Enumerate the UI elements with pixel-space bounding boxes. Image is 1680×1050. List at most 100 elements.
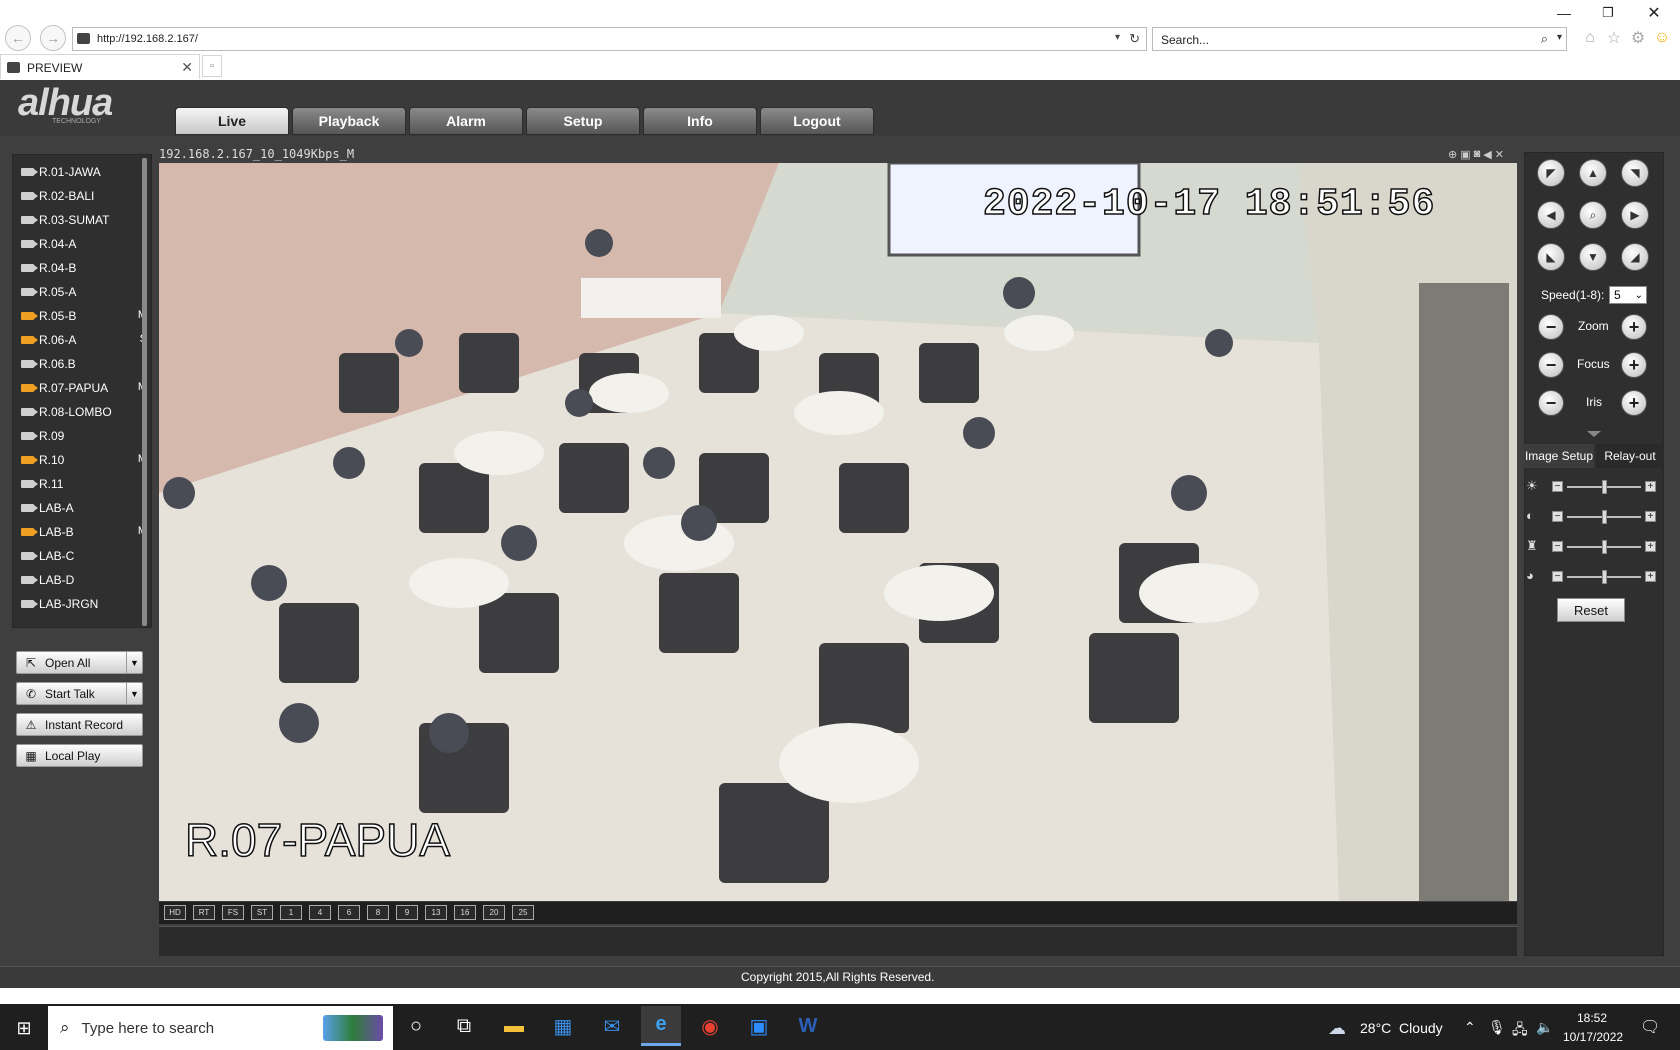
record-icon[interactable]: ◙ [1474, 148, 1481, 162]
layout-button[interactable]: FS [222, 905, 244, 920]
camera-item[interactable]: R.02-BALI [13, 184, 151, 208]
camera-item[interactable]: R.08-LOMBO [13, 400, 151, 424]
layout-button[interactable]: HD [164, 905, 186, 920]
speed-select[interactable]: 5 ⌄ [1609, 286, 1647, 304]
ptz-up-button[interactable]: ▲ [1579, 159, 1607, 187]
camera-item[interactable]: R.05-BM [13, 304, 151, 328]
focus-minus-button[interactable]: − [1538, 352, 1564, 378]
microphone-icon[interactable]: 🎙 [1488, 1019, 1506, 1036]
weather-icon[interactable]: ☁ [1328, 1018, 1346, 1039]
ptz-up-right-button[interactable]: ◥ [1621, 159, 1649, 187]
network-icon[interactable]: 🖧 [1512, 1019, 1528, 1043]
ptz-left-button[interactable]: ◀ [1537, 201, 1565, 229]
taskbar-search-box[interactable]: ⌕ Type here to search [48, 1006, 393, 1050]
camera-item[interactable]: R.11 [13, 472, 151, 496]
slider-plus-button[interactable]: + [1645, 481, 1656, 492]
camera-item[interactable]: R.06.B [13, 352, 151, 376]
layout-button[interactable]: RT [193, 905, 215, 920]
chevron-down-icon[interactable]: ▾ [1557, 32, 1562, 43]
camera-item[interactable]: LAB-C [13, 544, 151, 568]
file-explorer-icon[interactable]: ▬ [494, 1006, 534, 1046]
cortana-icon[interactable]: ○ [396, 1006, 436, 1046]
camera-list-scrollbar[interactable] [142, 158, 147, 626]
tab-relay-out[interactable]: Relay-out [1596, 444, 1664, 468]
gear-icon[interactable]: ⚙ [1628, 28, 1648, 48]
audio-icon[interactable]: ◀ [1483, 148, 1491, 162]
local-play-button[interactable]: ▦ Local Play [16, 744, 143, 767]
camera-item[interactable]: LAB-A [13, 496, 151, 520]
refresh-icon[interactable]: ↻ [1129, 31, 1140, 47]
layout-button[interactable]: 4 [309, 905, 331, 920]
slider-handle[interactable] [1602, 570, 1607, 584]
ptz-up-left-button[interactable]: ◤ [1537, 159, 1565, 187]
volume-icon[interactable]: 🔈 [1536, 1019, 1553, 1036]
layout-button[interactable]: 8 [367, 905, 389, 920]
zoom-in-icon[interactable]: ⊕ [1448, 148, 1457, 162]
smiley-icon[interactable]: ☺ [1652, 28, 1672, 48]
task-view-icon[interactable]: ⧉ [444, 1006, 484, 1046]
tab-info[interactable]: Info [643, 107, 757, 135]
mail-icon[interactable]: ✉ [592, 1006, 632, 1046]
camera-item[interactable]: LAB-BM [13, 520, 151, 544]
ptz-down-button[interactable]: ▼ [1579, 243, 1607, 271]
reset-button[interactable]: Reset [1557, 598, 1625, 622]
camera-item[interactable]: LAB-D [13, 568, 151, 592]
camera-item[interactable]: R.07-PAPUAM [13, 376, 151, 400]
new-tab-button[interactable]: ▫ [202, 55, 222, 77]
chrome-icon[interactable]: ◉ [690, 1006, 730, 1046]
dropdown-icon[interactable]: ▾ [1115, 32, 1120, 43]
layout-button[interactable]: 16 [454, 905, 476, 920]
tray-chevron-icon[interactable]: ⌃ [1464, 1019, 1476, 1036]
zoom-out-button[interactable]: − [1538, 314, 1564, 340]
slider-minus-button[interactable]: − [1552, 571, 1563, 582]
forward-button[interactable]: → [40, 25, 66, 51]
slider-handle[interactable] [1602, 480, 1607, 494]
chevron-down-icon[interactable]: ▼ [126, 652, 142, 673]
layout-button[interactable]: 20 [483, 905, 505, 920]
ptz-center-button[interactable]: ⌕ [1579, 201, 1607, 229]
layout-button[interactable]: ST [251, 905, 273, 920]
slider-minus-button[interactable]: − [1552, 481, 1563, 492]
snapshot-icon[interactable]: ▣ [1460, 148, 1470, 162]
layout-button[interactable]: 1 [280, 905, 302, 920]
layout-button[interactable]: 25 [512, 905, 534, 920]
camera-item[interactable]: LAB-JRGN [13, 592, 151, 616]
ptz-down-right-button[interactable]: ◢ [1621, 243, 1649, 271]
tab-logout[interactable]: Logout [760, 107, 874, 135]
slider-minus-button[interactable]: − [1552, 511, 1563, 522]
minimize-icon[interactable]: — [1552, 2, 1576, 24]
restore-icon[interactable]: ❐ [1596, 2, 1620, 24]
weather-text[interactable]: 28°C Cloudy [1360, 1020, 1443, 1036]
slider-plus-button[interactable]: + [1645, 571, 1656, 582]
focus-plus-button[interactable]: + [1621, 352, 1647, 378]
back-button[interactable]: ← [5, 25, 31, 51]
close-icon[interactable]: ✕ [1642, 2, 1666, 24]
camera-item[interactable]: R.10M [13, 448, 151, 472]
slider-handle[interactable] [1602, 540, 1607, 554]
camera-item[interactable]: R.06-AS [13, 328, 151, 352]
zoom-in-button[interactable]: + [1621, 314, 1647, 340]
slider-minus-button[interactable]: − [1552, 541, 1563, 552]
clock-time[interactable]: 18:52 [1577, 1011, 1607, 1025]
slider-plus-button[interactable]: + [1645, 511, 1656, 522]
ptz-down-left-button[interactable]: ◣ [1537, 243, 1565, 271]
video-feed[interactable]: 2022-10-17 18:51:56 R.07-PAPUA [159, 163, 1517, 901]
ptz-right-button[interactable]: ▶ [1621, 201, 1649, 229]
camera-item[interactable]: R.04-A [13, 232, 151, 256]
tab-playback[interactable]: Playback [292, 107, 406, 135]
tab-setup[interactable]: Setup [526, 107, 640, 135]
iris-minus-button[interactable]: − [1538, 390, 1564, 416]
tab-close-icon[interactable]: ✕ [181, 59, 193, 76]
browser-tab[interactable]: PREVIEW ✕ [0, 54, 200, 79]
slider-handle[interactable] [1602, 510, 1607, 524]
search-icon[interactable]: ⌕ [1541, 31, 1548, 47]
windows-start-icon[interactable]: ⊞ [0, 1006, 48, 1050]
clock-date[interactable]: 10/17/2022 [1563, 1030, 1623, 1044]
notifications-icon[interactable]: 🗨 [1640, 1017, 1660, 1037]
layout-button[interactable]: 6 [338, 905, 360, 920]
browser-search-box[interactable]: Search... ⌕ ▾ [1152, 27, 1567, 51]
tab-live[interactable]: Live [175, 107, 289, 135]
open-all-button[interactable]: ⇱ Open All ▼ [16, 651, 143, 674]
camera-item[interactable]: R.04-B [13, 256, 151, 280]
word-icon[interactable]: W [788, 1006, 828, 1046]
